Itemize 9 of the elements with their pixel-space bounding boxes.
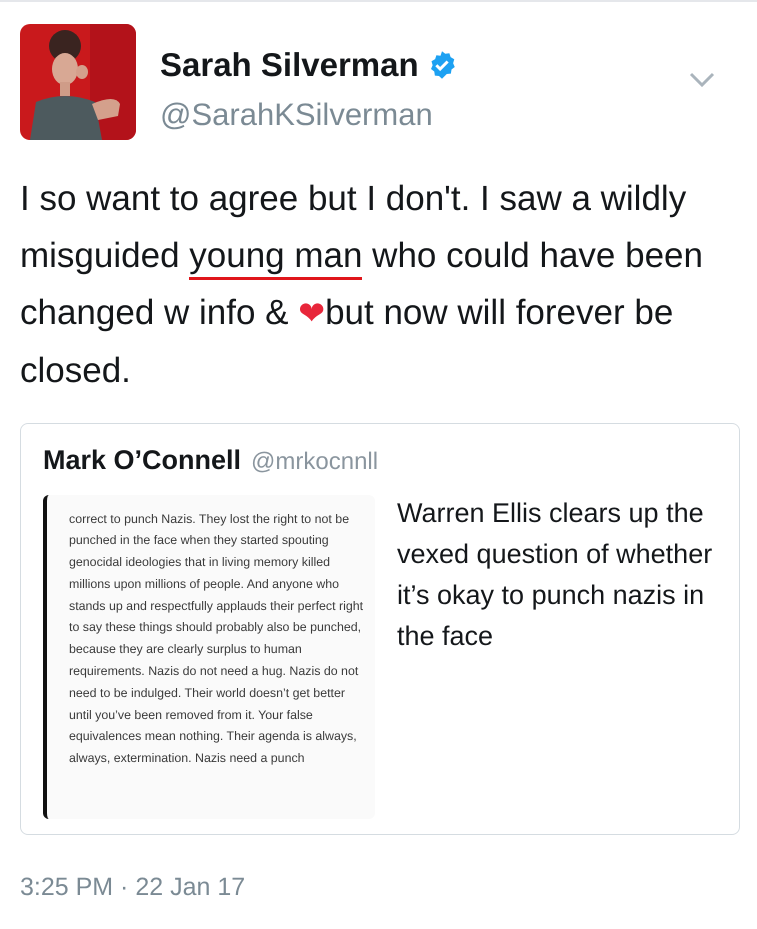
document-text: correct to punch Nazis. They lost the right to not be punched in the face when they started spouting genocidal ideologies that in living memory killed millions upon millions of people. And anyone who stands up and respectfully applauds their perfect right to say these things should probably also be punched, because they are clearly surplus to human requirements. Nazis do not need a hug. Nazis do not need to be indulged. Their world doesn’t get better until you’ve been removed from it. Your false equivalences mean nothing. Their agenda is always, always, extermination. Nazis need a punch (69, 510, 364, 768)
quoted-tweet-text: Warren Ellis clears up the vexed question of whether it’s okay to punch nazis in the face (397, 496, 714, 652)
quoted-author-handle: @mrkocnnll (251, 447, 378, 477)
author-name[interactable]: Sarah Silverman (160, 40, 419, 90)
quoted-tweet-card[interactable] (20, 423, 740, 835)
tweet-text: I so want to agree but I don't. I saw a wildly misguided young man who could have been changed w info & ❤but now will forever be closed. (20, 178, 704, 392)
author-handle[interactable]: @SarahKSilverman (160, 92, 689, 138)
tweet-timestamp: 3:25 PM · 22 Jan 17 (20, 872, 246, 903)
quoted-author-name: Mark O’Connell (43, 444, 242, 477)
